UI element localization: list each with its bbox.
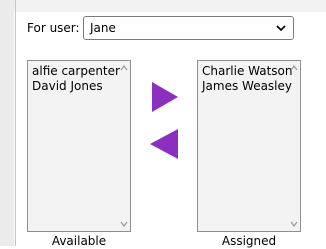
scroll-up-icon[interactable] <box>120 64 128 72</box>
list-item[interactable]: David Jones <box>32 79 103 94</box>
available-caption: Available <box>51 234 107 248</box>
user-select[interactable]: Jane <box>83 16 294 40</box>
list-item[interactable]: Charlie Watson <box>202 64 293 79</box>
for-user-label: For user: <box>27 21 80 35</box>
list-item[interactable]: alfie carpenter <box>32 64 120 79</box>
move-to-assigned-button[interactable] <box>152 82 178 112</box>
play-left-triangle-icon <box>150 129 178 159</box>
list-item[interactable]: James Weasley <box>202 79 292 94</box>
play-right-triangle-icon <box>152 82 178 112</box>
assigned-caption: Assigned <box>221 234 277 248</box>
scroll-up-icon[interactable] <box>290 64 298 72</box>
scroll-down-icon[interactable] <box>290 220 298 228</box>
chevron-down-icon <box>276 25 286 32</box>
scroll-down-icon[interactable] <box>120 220 128 228</box>
user-assignment-panel: For user: Jane alfie carpenter David Jon… <box>16 12 326 248</box>
top-band <box>0 0 326 12</box>
move-to-available-button[interactable] <box>150 129 178 159</box>
available-users-list[interactable]: alfie carpenter David Jones <box>27 60 131 232</box>
assigned-users-list[interactable]: Charlie Watson James Weasley <box>197 60 301 232</box>
user-select-value: Jane <box>90 21 116 35</box>
left-gutter <box>0 0 14 246</box>
